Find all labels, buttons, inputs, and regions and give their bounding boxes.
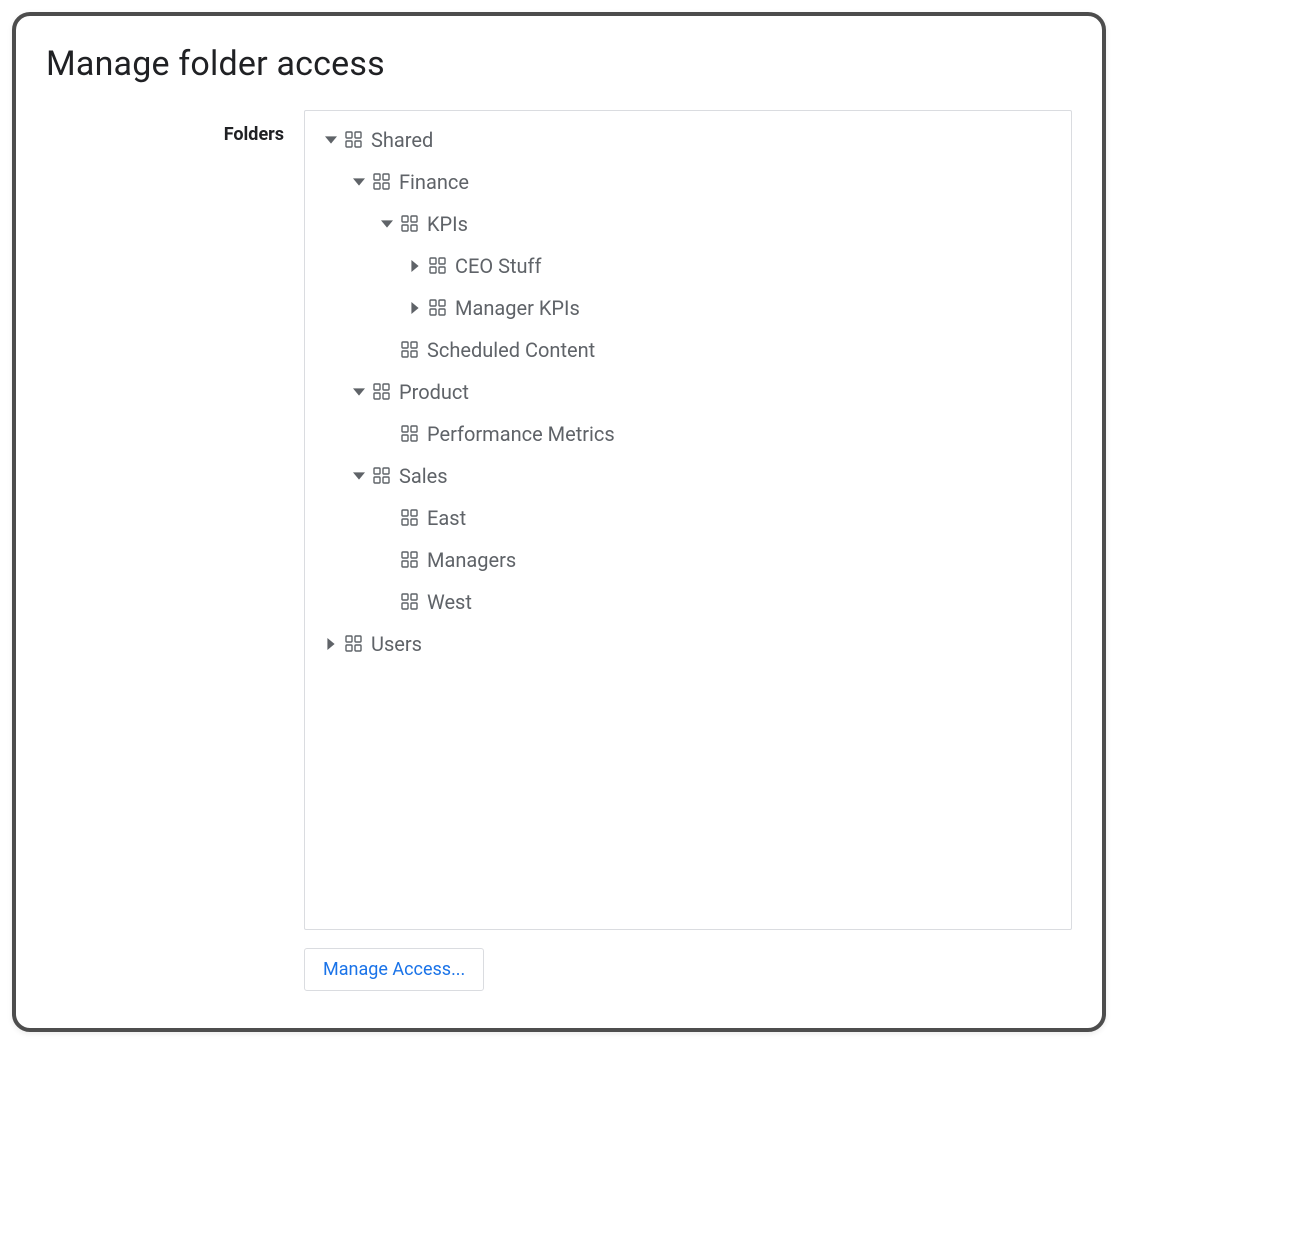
tree-item-label: Users xyxy=(371,632,422,656)
manage-folder-access-panel: Manage folder access Folders Shared Finan… xyxy=(12,12,1106,1032)
dashboard-icon xyxy=(427,297,449,319)
tree-item[interactable]: Scheduled Content xyxy=(315,329,1061,371)
tree-item-label: Scheduled Content xyxy=(427,338,595,362)
caret-down-icon[interactable] xyxy=(351,384,367,400)
caret-down-icon[interactable] xyxy=(351,468,367,484)
caret-right-icon[interactable] xyxy=(407,300,423,316)
content-row: Folders Shared Finance KPIs CEO Stuff Manage… xyxy=(46,110,1072,930)
tree-item[interactable]: Managers xyxy=(315,539,1061,581)
dashboard-icon xyxy=(343,633,365,655)
dashboard-icon xyxy=(399,507,421,529)
tree-item[interactable]: Performance Metrics xyxy=(315,413,1061,455)
caret-right-icon[interactable] xyxy=(323,636,339,652)
folders-label-column: Folders xyxy=(46,110,304,145)
tree-item[interactable]: West xyxy=(315,581,1061,623)
tree-item[interactable]: Manager KPIs xyxy=(315,287,1061,329)
tree-item-label: Manager KPIs xyxy=(455,296,580,320)
panel-title: Manage folder access xyxy=(46,44,1072,84)
tree-item[interactable]: Product xyxy=(315,371,1061,413)
dashboard-icon xyxy=(399,549,421,571)
tree-item[interactable]: East xyxy=(315,497,1061,539)
caret-down-icon[interactable] xyxy=(351,174,367,190)
tree-item-label: CEO Stuff xyxy=(455,254,541,278)
caret-right-icon[interactable] xyxy=(407,258,423,274)
tree-item-label: East xyxy=(427,506,466,530)
tree-item[interactable]: Users xyxy=(315,623,1061,665)
tree-item[interactable]: CEO Stuff xyxy=(315,245,1061,287)
dashboard-icon xyxy=(399,213,421,235)
tree-item[interactable]: Sales xyxy=(315,455,1061,497)
tree-item-label: Sales xyxy=(399,464,448,488)
dashboard-icon xyxy=(427,255,449,277)
folder-tree[interactable]: Shared Finance KPIs CEO Stuff Manager KPIs Sc… xyxy=(304,110,1072,930)
tree-item-label: Performance Metrics xyxy=(427,422,615,446)
tree-item-label: Product xyxy=(399,380,469,404)
dashboard-icon xyxy=(371,171,393,193)
tree-item[interactable]: Finance xyxy=(315,161,1061,203)
button-row: Manage Access... xyxy=(304,948,1072,991)
caret-down-icon[interactable] xyxy=(379,216,395,232)
folders-label: Folders xyxy=(224,124,284,145)
manage-access-button[interactable]: Manage Access... xyxy=(304,948,484,991)
tree-item-label: Shared xyxy=(371,128,433,152)
tree-item-label: KPIs xyxy=(427,212,468,236)
caret-down-icon[interactable] xyxy=(323,132,339,148)
dashboard-icon xyxy=(343,129,365,151)
tree-item-label: Managers xyxy=(427,548,516,572)
tree-item[interactable]: Shared xyxy=(315,119,1061,161)
tree-item-label: West xyxy=(427,590,472,614)
dashboard-icon xyxy=(371,465,393,487)
dashboard-icon xyxy=(371,381,393,403)
dashboard-icon xyxy=(399,591,421,613)
tree-item[interactable]: KPIs xyxy=(315,203,1061,245)
dashboard-icon xyxy=(399,339,421,361)
dashboard-icon xyxy=(399,423,421,445)
tree-item-label: Finance xyxy=(399,170,469,194)
